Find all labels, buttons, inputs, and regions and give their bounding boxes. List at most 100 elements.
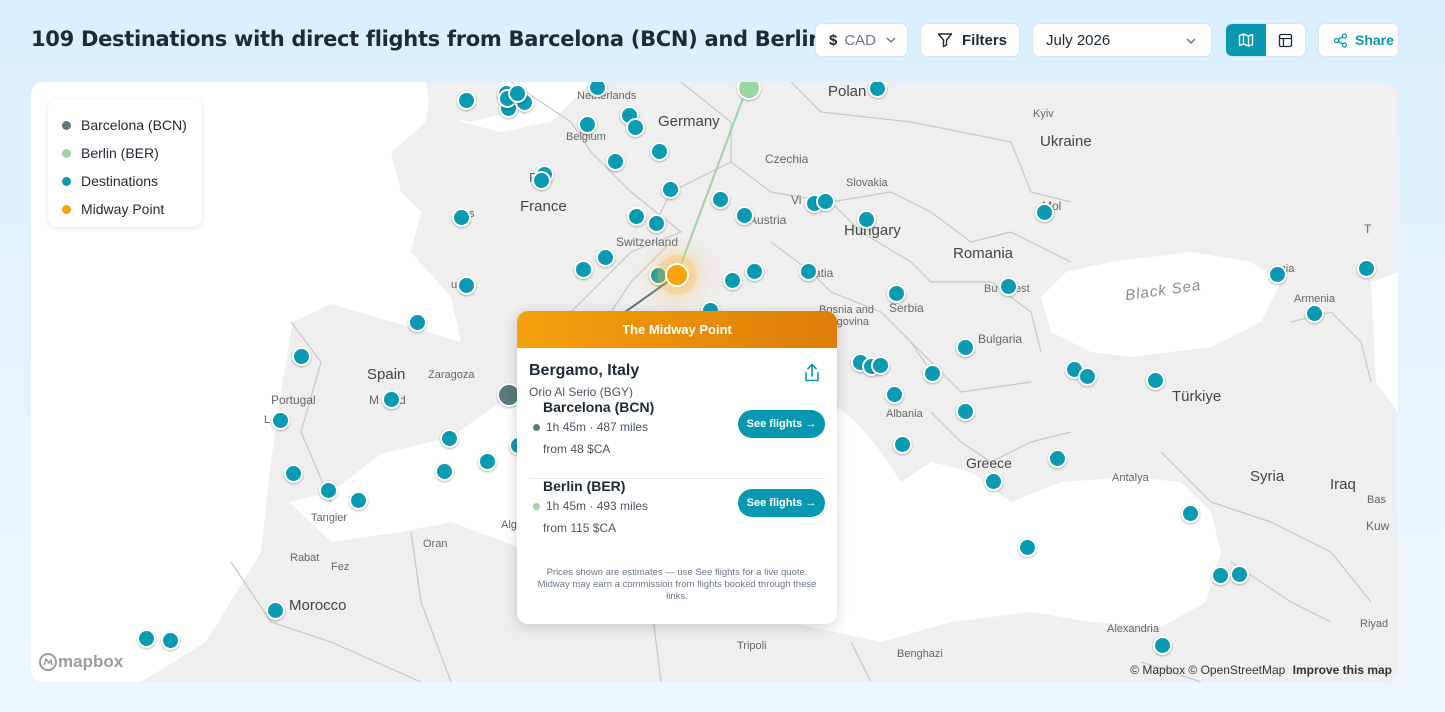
route-price: from 48 $CA: [543, 442, 611, 456]
destination-marker[interactable]: [457, 91, 476, 110]
share-button[interactable]: Share: [1318, 23, 1399, 57]
map-label-turkiye: Türkiye: [1172, 388, 1222, 405]
map-label-fez: Fez: [331, 561, 350, 573]
attribution-copyright[interactable]: © Mapbox © OpenStreetMap: [1130, 663, 1285, 677]
destination-marker[interactable]: [956, 402, 975, 421]
map-label-ukraine: Ukraine: [1040, 133, 1092, 150]
destination-marker[interactable]: [887, 284, 906, 303]
map-canvas[interactable]: Netherlands Germany Belgium Polan Kyiv U…: [31, 82, 1398, 682]
legend-item-destinations: Destinations: [62, 167, 188, 195]
destination-marker[interactable]: [1305, 304, 1324, 323]
destination-marker[interactable]: [1035, 203, 1054, 222]
destination-marker[interactable]: [984, 472, 1003, 491]
map-label-vienna: Vi: [791, 193, 802, 207]
destination-marker[interactable]: [408, 313, 427, 332]
table-view-button[interactable]: [1266, 24, 1306, 56]
legend-dot: [62, 204, 71, 214]
map-label-lisbon: L: [264, 414, 271, 426]
destination-marker[interactable]: [650, 142, 669, 161]
see-flights-button[interactable]: See flights →: [738, 410, 825, 438]
destination-marker[interactable]: [478, 452, 497, 471]
destination-marker[interactable]: [606, 152, 625, 171]
destination-marker[interactable]: [885, 385, 904, 404]
route-dot: [533, 502, 540, 510]
destination-marker[interactable]: [1211, 566, 1230, 585]
destination-marker[interactable]: [745, 262, 764, 281]
legend-item-berlin: Berlin (BER): [62, 139, 188, 167]
map-label-algiers: Alg: [501, 519, 517, 531]
destination-marker[interactable]: [735, 206, 754, 225]
map-label-iraq: Iraq: [1330, 476, 1356, 493]
destination-marker[interactable]: [271, 411, 290, 430]
legend-dot: [62, 176, 71, 186]
destination-marker[interactable]: [137, 629, 156, 648]
destination-marker[interactable]: [382, 390, 401, 409]
map-label-netherlands: Netherlands: [577, 90, 637, 102]
destination-marker[interactable]: [923, 364, 942, 383]
map-label-poland: Polan: [828, 83, 867, 100]
share-icon[interactable]: [803, 363, 821, 383]
map-view-button[interactable]: [1226, 24, 1266, 56]
destination-marker[interactable]: [723, 271, 742, 290]
destination-marker[interactable]: [1078, 367, 1097, 386]
destination-marker[interactable]: [1153, 636, 1172, 655]
destination-marker[interactable]: [661, 180, 680, 199]
destination-marker[interactable]: [284, 464, 303, 483]
route-barcelona: Barcelona (BCN) 1h 45m · 487 miles from …: [533, 399, 825, 456]
map-label-riyadh: Riyad: [1360, 618, 1389, 630]
destination-marker[interactable]: [457, 276, 476, 295]
destination-marker[interactable]: [266, 601, 285, 620]
destination-marker[interactable]: [799, 262, 818, 281]
page-title: 109 Destinations with direct flights fro…: [31, 27, 895, 51]
currency-code: CAD: [844, 31, 877, 49]
destination-marker[interactable]: [711, 190, 730, 209]
map-label-czechia: Czechia: [765, 152, 809, 166]
destination-marker[interactable]: [349, 491, 368, 510]
destination-marker[interactable]: [1230, 565, 1249, 584]
popup-header: The Midway Point: [517, 311, 837, 348]
destination-marker[interactable]: [578, 115, 597, 134]
destination-marker[interactable]: [292, 347, 311, 366]
destination-marker[interactable]: [1181, 504, 1200, 523]
destination-marker[interactable]: [816, 192, 835, 211]
midway-point-marker[interactable]: [665, 263, 689, 287]
destination-marker[interactable]: [452, 208, 471, 227]
destination-marker[interactable]: [319, 481, 338, 500]
destination-marker[interactable]: [999, 277, 1018, 296]
destination-marker[interactable]: [1048, 449, 1067, 468]
destination-marker[interactable]: [956, 338, 975, 357]
filters-button[interactable]: Filters: [920, 23, 1020, 57]
map-label-rabat: Rabat: [290, 552, 320, 564]
destination-marker[interactable]: [161, 631, 180, 650]
improve-map-link[interactable]: Improve this map: [1293, 663, 1392, 677]
map-label-kyiv: Kyiv: [1033, 108, 1054, 120]
map-label-bulgaria: Bulgaria: [978, 332, 1023, 346]
see-flights-button[interactable]: See flights →: [738, 489, 825, 517]
destination-marker[interactable]: [647, 214, 666, 233]
legend-label: Midway Point: [81, 201, 165, 217]
mapbox-logo[interactable]: mapbox: [38, 652, 123, 672]
destination-marker[interactable]: [1146, 371, 1165, 390]
map-label-kuwait: Kuw: [1366, 519, 1390, 533]
destination-marker[interactable]: [1268, 265, 1287, 284]
destination-marker[interactable]: [626, 118, 645, 137]
destination-marker[interactable]: [596, 248, 615, 267]
destination-marker[interactable]: [508, 84, 527, 103]
destination-marker[interactable]: [871, 356, 890, 375]
destination-marker[interactable]: [857, 210, 876, 229]
month-select[interactable]: July 2026: [1032, 23, 1212, 57]
map-label-madrid: M: [369, 393, 379, 407]
map-label-morocco: Morocco: [289, 597, 347, 614]
map-label-t: T: [1364, 222, 1372, 236]
destination-marker[interactable]: [440, 429, 459, 448]
destination-marker[interactable]: [435, 462, 454, 481]
destination-marker[interactable]: [1018, 538, 1037, 557]
destination-marker[interactable]: [627, 207, 646, 226]
legend-dot: [62, 120, 71, 130]
currency-selector[interactable]: $ CAD: [815, 23, 908, 57]
destination-marker[interactable]: [1357, 259, 1376, 278]
destination-marker[interactable]: [574, 260, 593, 279]
route-duration: 1h 45m · 493 miles: [546, 499, 649, 513]
destination-marker[interactable]: [893, 435, 912, 454]
destination-marker[interactable]: [532, 171, 551, 190]
